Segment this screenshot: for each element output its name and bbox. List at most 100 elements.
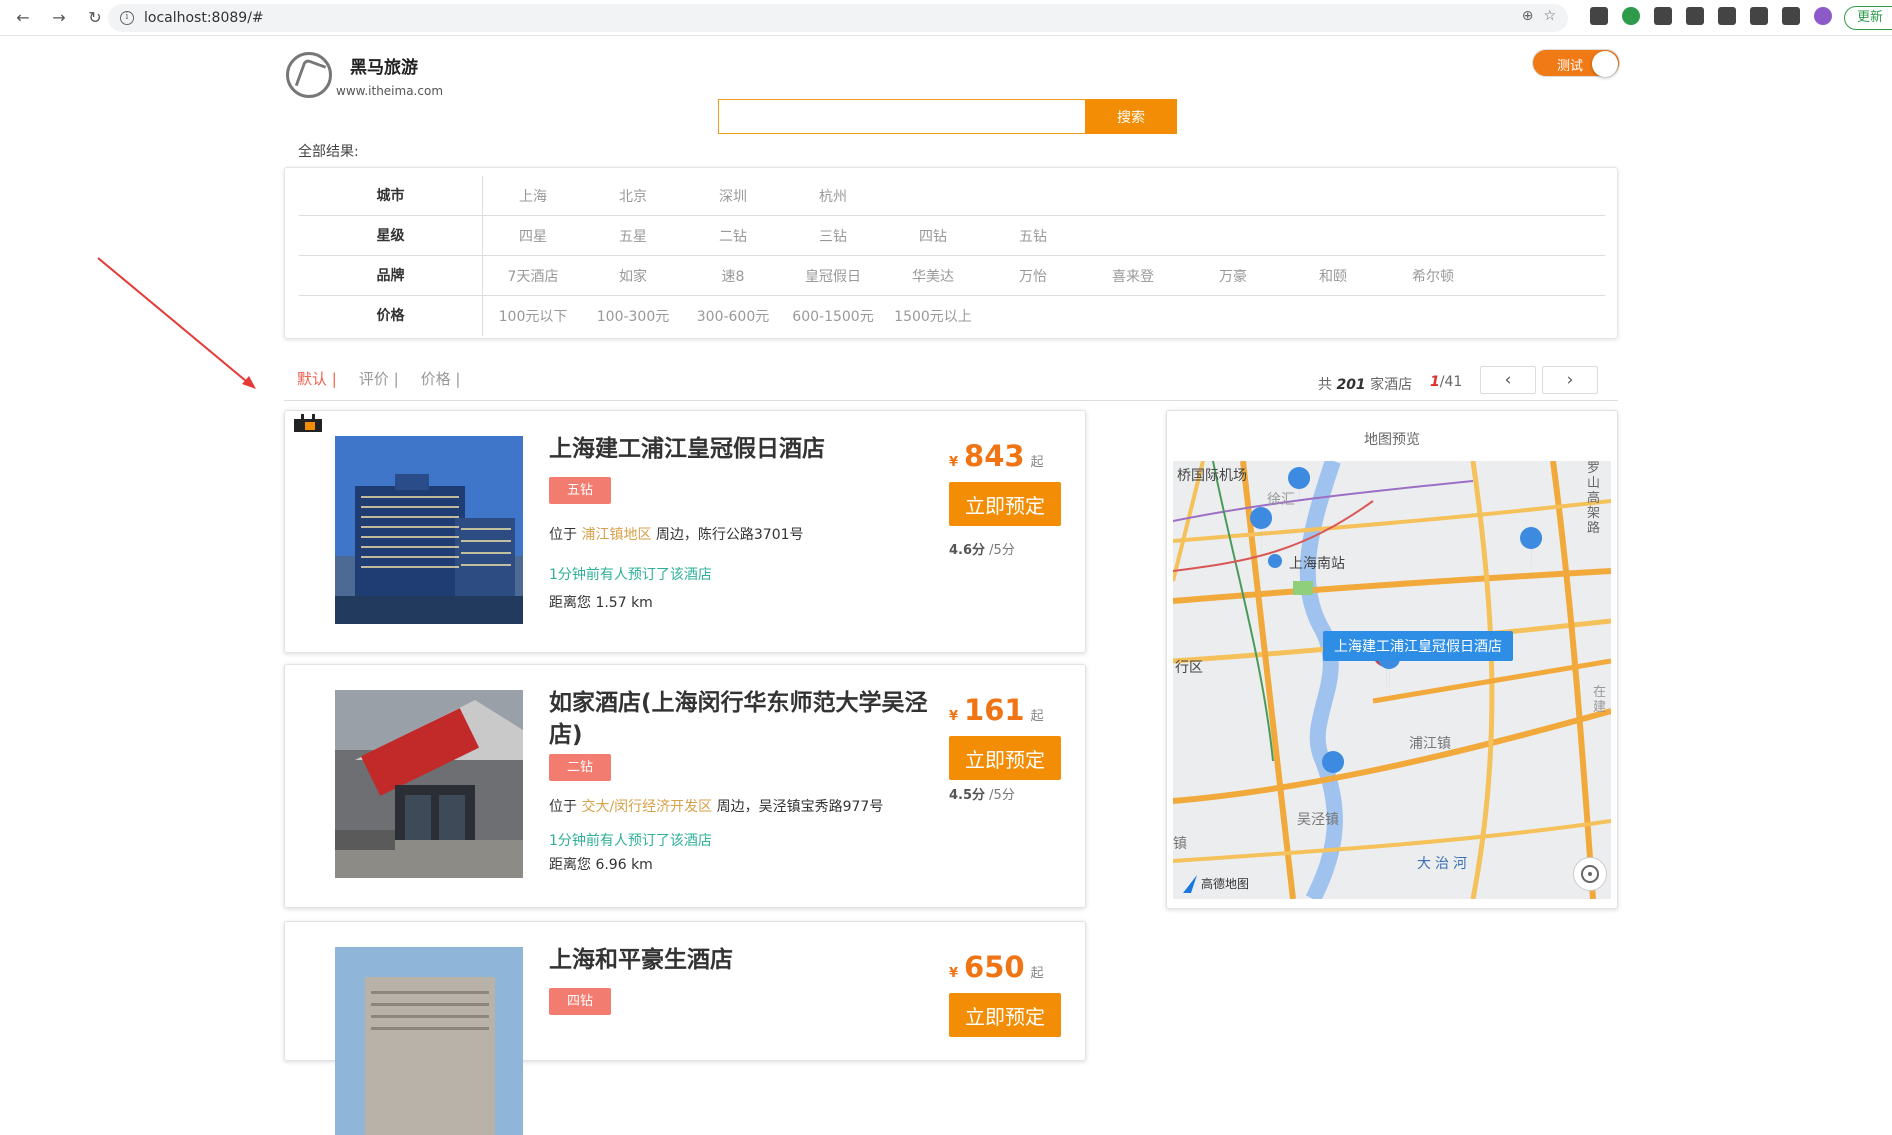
recent-booking: 1分钟前有人预订了该酒店: [549, 833, 712, 849]
book-now-button[interactable]: 立即预定: [949, 736, 1061, 780]
map-roads: [1173, 461, 1611, 899]
reading-list-icon[interactable]: [1782, 7, 1800, 25]
update-button[interactable]: 更新: [1844, 6, 1892, 30]
hotel-count: 共 201 家酒店: [1318, 377, 1413, 393]
filter-option[interactable]: 皇冠假日: [783, 266, 883, 286]
filter-option[interactable]: 二钻: [683, 226, 783, 246]
address-bar[interactable]: i localhost:8089/# ⊕ ☆: [108, 4, 1568, 32]
filter-option[interactable]: 五钻: [983, 226, 1083, 246]
locate-icon[interactable]: [1573, 857, 1607, 891]
search-bar: 搜索: [718, 99, 1177, 134]
hotel-name[interactable]: 上海建工浦江皇冠假日酒店: [549, 433, 939, 465]
filter-row-city: 城市 上海 北京 深圳 杭州: [299, 175, 1605, 216]
extension-icon[interactable]: [1590, 7, 1608, 25]
filter-option[interactable]: 1500元以上: [883, 306, 983, 326]
search-input[interactable]: [718, 99, 1085, 134]
hotel-card[interactable]: 上海建工浦江皇冠假日酒店 五钻 位于 浦江镇地区 周边，陈行公路3701号 1分…: [284, 410, 1086, 653]
filter-option[interactable]: 万怡: [983, 266, 1083, 286]
filter-row-brand: 品牌 7天酒店 如家 速8 皇冠假日 华美达 万怡 喜来登 万豪 和颐 希尔顿: [299, 255, 1605, 296]
toggle-knob: [1592, 51, 1618, 77]
hotel-location: 位于 交大/闵行经济开发区 周边，吴泾镇宝秀路977号: [549, 799, 884, 815]
filter-option[interactable]: 100-300元: [583, 306, 683, 326]
zoom-icon[interactable]: ⊕: [1522, 8, 1534, 24]
filter-key: 价格: [299, 296, 483, 336]
hotel-photo[interactable]: [335, 947, 523, 1135]
filter-option[interactable]: 三钻: [783, 226, 883, 246]
map-label: 吴泾镇: [1297, 812, 1339, 828]
hotel-name[interactable]: 上海和平豪生酒店: [549, 944, 939, 976]
filter-option[interactable]: 7天酒店: [483, 266, 583, 286]
filter-option[interactable]: 杭州: [783, 186, 883, 206]
filter-option[interactable]: 速8: [683, 266, 783, 286]
hotel-score: 4.5分 /5分: [949, 788, 1015, 803]
filter-option[interactable]: 300-600元: [683, 306, 783, 326]
filter-key: 星级: [299, 215, 483, 256]
map-view[interactable]: 桥国际机场 上海南站 行区 浦江镇 吴泾镇 大治河 罗山高架路 徐汇 镇 在建 …: [1173, 461, 1611, 899]
map-hotel-popup[interactable]: 上海建工浦江皇冠假日酒店: [1323, 631, 1513, 661]
hotel-photo[interactable]: [335, 690, 523, 878]
map-label: 行区: [1175, 660, 1203, 676]
filter-option[interactable]: 希尔顿: [1383, 266, 1483, 286]
hotel-card[interactable]: 如家酒店(上海闵行华东师范大学吴泾店) 二钻 位于 交大/闵行经济开发区 周边，…: [284, 664, 1086, 908]
hotel-grade-tag: 二钻: [549, 754, 611, 781]
filter-option[interactable]: 北京: [583, 186, 683, 206]
next-page-button[interactable]: ›: [1542, 366, 1598, 394]
sort-price[interactable]: 价格 |: [421, 368, 461, 389]
filter-option[interactable]: 华美达: [883, 266, 983, 286]
filter-option[interactable]: 上海: [483, 186, 583, 206]
hotel-grade-tag: 五钻: [549, 477, 611, 504]
hotel-card[interactable]: 上海和平豪生酒店 四钻 ¥650 起 立即预定: [284, 921, 1086, 1135]
prev-page-button[interactable]: ‹: [1480, 366, 1536, 394]
reload-icon[interactable]: ↻: [84, 8, 106, 27]
filter-option[interactable]: 100元以下: [483, 306, 583, 326]
map-label: 上海南站: [1289, 556, 1345, 572]
map-title: 地图预览: [1364, 432, 1420, 448]
filter-option[interactable]: 如家: [583, 266, 683, 286]
map-preview-panel: 地图预览 桥国际机场 上海南站 行区 浦江镇 吴泾镇 大治河 罗山高架路 徐汇 …: [1166, 410, 1618, 909]
filter-option[interactable]: 喜来登: [1083, 266, 1183, 286]
hotel-area-link[interactable]: 交大/闵行经济开发区: [581, 799, 712, 815]
map-label: 在建: [1593, 685, 1607, 715]
logo-subtitle: www.itheima.com: [336, 83, 444, 98]
info-icon[interactable]: i: [120, 11, 134, 25]
profile-avatar[interactable]: [1814, 7, 1832, 25]
filter-option[interactable]: 四钻: [883, 226, 983, 246]
filter-option[interactable]: 五星: [583, 226, 683, 246]
test-toggle[interactable]: 测试: [1532, 49, 1620, 77]
hotel-distance: 距离您 6.96 km: [549, 857, 653, 873]
forward-icon[interactable]: →: [48, 8, 70, 27]
page-indicator: 1/41: [1430, 374, 1463, 390]
hotel-area-link[interactable]: 浦江镇地区: [581, 527, 651, 543]
filter-row-star: 星级 四星 五星 二钻 三钻 四钻 五钻: [299, 215, 1605, 256]
shield-extension-icon[interactable]: [1622, 7, 1640, 25]
excel-extension-icon[interactable]: [1686, 7, 1704, 25]
toggle-label: 测试: [1557, 59, 1584, 74]
filter-option[interactable]: 四星: [483, 226, 583, 246]
puzzle-extensions-icon[interactable]: [1750, 7, 1768, 25]
sort-rating[interactable]: 评价 |: [359, 368, 399, 389]
hotel-price: ¥650 起: [949, 950, 1044, 984]
hotel-location: 位于 浦江镇地区 周边，陈行公路3701号: [549, 527, 804, 543]
map-label: 大治河: [1417, 856, 1471, 872]
filter-option[interactable]: 万豪: [1183, 266, 1283, 286]
tampermonkey-extension-icon[interactable]: [1718, 7, 1736, 25]
map-label: 桥国际机场: [1177, 468, 1247, 484]
sort-default[interactable]: 默认 |: [297, 368, 337, 389]
filter-option[interactable]: 和颐: [1283, 266, 1383, 286]
filter-key: 城市: [299, 175, 483, 216]
map-credit-logo[interactable]: 高德地图: [1201, 875, 1249, 892]
filter-panel: 城市 上海 北京 深圳 杭州 星级 四星 五星 二钻 三钻 四钻 五钻 品牌 7…: [284, 167, 1618, 339]
search-button[interactable]: 搜索: [1085, 99, 1177, 134]
bookmark-star-icon[interactable]: ☆: [1543, 8, 1556, 24]
filter-option[interactable]: 深圳: [683, 186, 783, 206]
evernote-extension-icon[interactable]: [1654, 7, 1672, 25]
filter-key: 品牌: [299, 255, 483, 296]
back-icon[interactable]: ←: [12, 8, 34, 27]
hotel-grade-tag: 四钻: [549, 988, 611, 1015]
hotel-photo[interactable]: [335, 436, 523, 624]
book-now-button[interactable]: 立即预定: [949, 993, 1061, 1037]
site-logo[interactable]: 黑马旅游 www.itheima.com: [286, 52, 443, 98]
filter-option[interactable]: 600-1500元: [783, 306, 883, 326]
hotel-name[interactable]: 如家酒店(上海闵行华东师范大学吴泾店): [549, 687, 939, 751]
book-now-button[interactable]: 立即预定: [949, 482, 1061, 526]
